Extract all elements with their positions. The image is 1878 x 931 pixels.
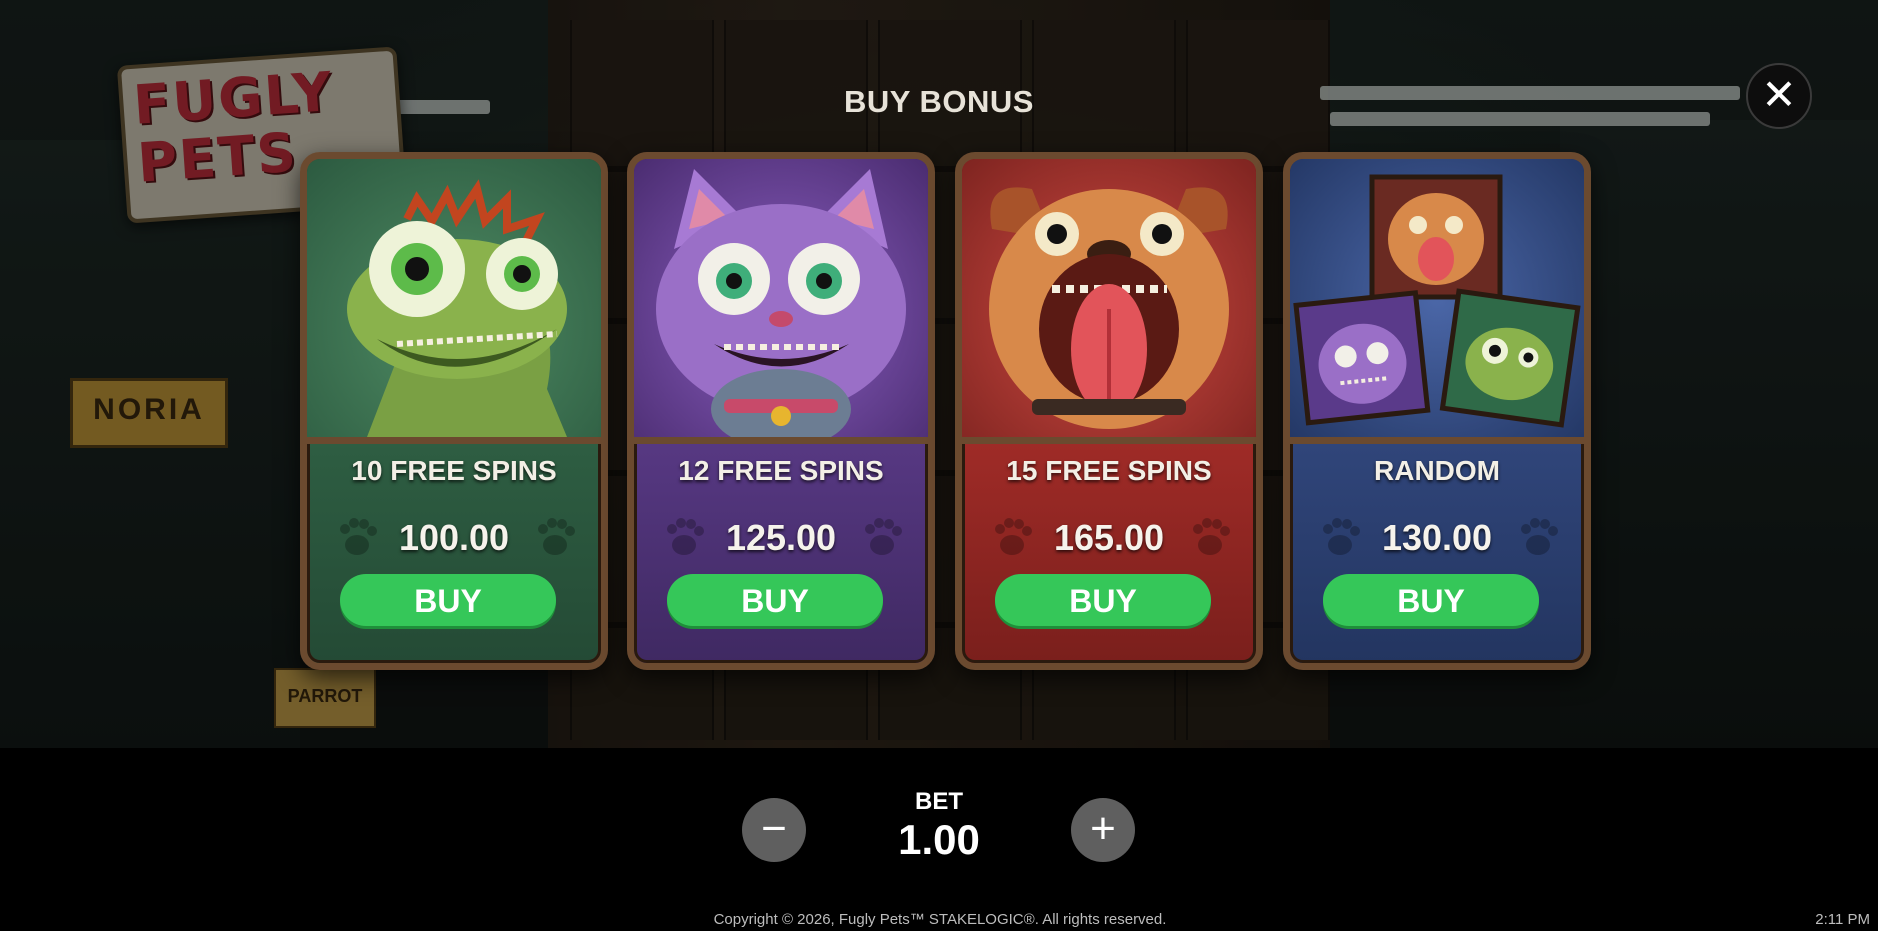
collage-artwork <box>1290 159 1584 444</box>
bonus-option-card: 15 FREE SPINS 165.00 BUY <box>955 152 1263 670</box>
bet-label: BET <box>915 788 963 815</box>
buy-button[interactable]: BUY <box>995 574 1211 626</box>
cat-artwork <box>634 159 928 444</box>
buy-button[interactable]: BUY <box>1323 574 1539 626</box>
bonus-option-label: RANDOM <box>1374 455 1500 486</box>
bonus-option-card: RANDOM 130.00 BUY <box>1283 152 1591 670</box>
bonus-option-price: 125.00 <box>725 517 837 558</box>
bet-decrease-button[interactable]: − <box>742 798 806 862</box>
close-icon: ✕ <box>1761 71 1797 118</box>
bonus-option-label: 12 FREE SPINS <box>678 455 884 486</box>
bonus-option-price: 100.00 <box>398 517 510 558</box>
lizard-artwork <box>307 159 601 444</box>
bonus-option-card: 10 FREE SPINS 100.00 BUY <box>300 152 608 670</box>
dialog-title: BUY BONUS <box>844 84 1034 119</box>
close-button[interactable]: ✕ <box>1746 63 1812 129</box>
bonus-option-label: 15 FREE SPINS <box>1006 455 1212 486</box>
bonus-option-price: 130.00 <box>1381 517 1493 558</box>
dog-artwork <box>962 159 1256 444</box>
bonus-option-label: 10 FREE SPINS <box>351 455 557 486</box>
bet-increase-button[interactable]: + <box>1071 798 1135 862</box>
plus-icon: + <box>1090 804 1116 853</box>
buy-button[interactable]: BUY <box>340 574 556 626</box>
bonus-option-card: 12 FREE SPINS 125.00 BUY <box>627 152 935 670</box>
clock: 2:11 PM <box>1815 911 1870 928</box>
minus-icon: − <box>761 804 787 853</box>
bet-value: 1.00 <box>898 816 980 863</box>
buy-button[interactable]: BUY <box>667 574 883 626</box>
bonus-option-price: 165.00 <box>1053 517 1165 558</box>
copyright-text: Copyright © 2026, Fugly Pets™ STAKELOGIC… <box>713 911 1167 928</box>
